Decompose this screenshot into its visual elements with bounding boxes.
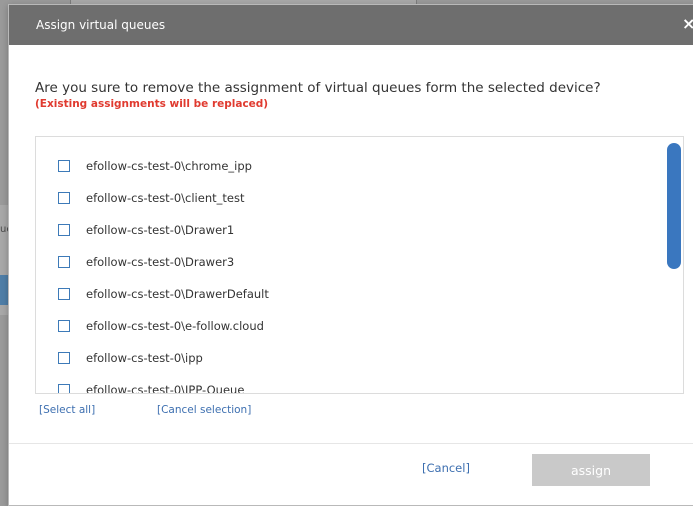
queue-checkbox[interactable]	[58, 160, 70, 172]
cancel-link[interactable]: [Cancel]	[422, 461, 470, 475]
queue-label: efollow-cs-test-0\e-follow.cloud	[86, 319, 264, 333]
close-icon[interactable]: ×	[682, 14, 693, 33]
queue-checkbox[interactable]	[58, 224, 70, 236]
queue-item[interactable]: efollow-cs-test-0\client_test	[58, 188, 244, 208]
replace-warning: (Existing assignments will be replaced)	[35, 98, 269, 110]
queue-checkbox[interactable]	[58, 384, 70, 393]
confirmation-question: Are you sure to remove the assignment of…	[35, 80, 601, 96]
queue-item[interactable]: efollow-cs-test-0\IPP-Queue	[58, 380, 245, 394]
list-scrollbar[interactable]	[667, 143, 681, 269]
queue-label: efollow-cs-test-0\client_test	[86, 191, 245, 205]
queue-item[interactable]: efollow-cs-test-0\DrawerDefault	[58, 284, 269, 304]
queue-checkbox[interactable]	[58, 352, 70, 364]
dialog-titlebar: Assign virtual queues ×	[9, 5, 693, 45]
queue-list[interactable]: efollow-cs-test-0\chrome_ipp efollow-cs-…	[35, 136, 684, 394]
select-all-link[interactable]: [Select all]	[39, 404, 95, 416]
queue-item[interactable]: efollow-cs-test-0\chrome_ipp	[58, 156, 252, 176]
queue-checkbox[interactable]	[58, 256, 70, 268]
queue-checkbox[interactable]	[58, 288, 70, 300]
queue-checkbox[interactable]	[58, 320, 70, 332]
queue-checkbox[interactable]	[58, 192, 70, 204]
queue-item[interactable]: efollow-cs-test-0\Drawer1	[58, 220, 234, 240]
queue-label: efollow-cs-test-0\Drawer3	[86, 255, 235, 269]
assign-virtual-queues-dialog: Assign virtual queues × Are you sure to …	[8, 4, 693, 506]
cancel-selection-link[interactable]: [Cancel selection]	[157, 404, 251, 416]
queue-label: efollow-cs-test-0\ipp	[86, 351, 203, 365]
footer-divider	[9, 443, 693, 444]
dialog-title: Assign virtual queues	[36, 18, 166, 32]
queue-item[interactable]: efollow-cs-test-0\Drawer3	[58, 252, 234, 272]
assign-button[interactable]: assign	[532, 454, 650, 486]
queue-label: efollow-cs-test-0\DrawerDefault	[86, 287, 269, 301]
queue-label: efollow-cs-test-0\Drawer1	[86, 223, 235, 237]
queue-item[interactable]: efollow-cs-test-0\e-follow.cloud	[58, 316, 264, 336]
queue-item[interactable]: efollow-cs-test-0\ipp	[58, 348, 203, 368]
queue-label: efollow-cs-test-0\chrome_ipp	[86, 159, 252, 173]
queue-label: efollow-cs-test-0\IPP-Queue	[86, 383, 245, 394]
